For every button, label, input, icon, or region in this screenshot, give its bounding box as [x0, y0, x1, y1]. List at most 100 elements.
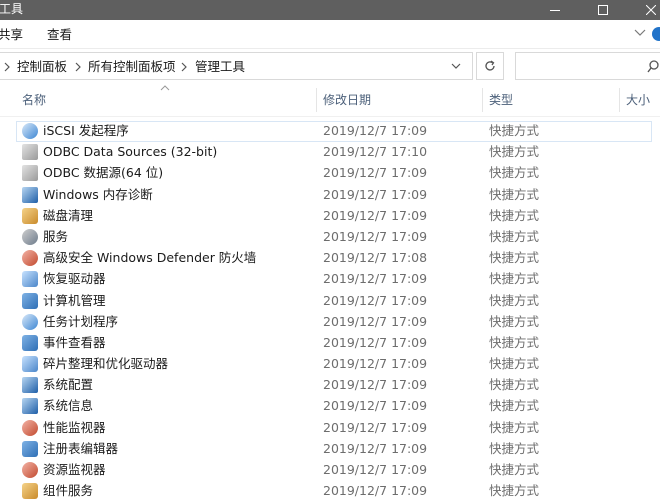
file-type: 快捷方式 [489, 292, 540, 308]
breadcrumb-all-items[interactable]: 所有控制面板项 [88, 59, 176, 75]
close-icon [646, 5, 656, 15]
chevron-down-icon[interactable] [634, 29, 646, 37]
file-row[interactable]: 磁盘清理 2019/12/7 17:09 快捷方式 [0, 206, 660, 227]
minimize-button[interactable] [532, 0, 578, 20]
file-name: 注册表编辑器 [43, 440, 119, 456]
file-row[interactable]: 计算机管理 2019/12/7 17:09 快捷方式 [0, 291, 660, 312]
component-services-icon [22, 483, 38, 500]
search-box[interactable] [515, 52, 660, 80]
iscsi-icon [22, 123, 38, 139]
file-name: 碎片整理和优化驱动器 [43, 356, 169, 372]
chevron-down-icon[interactable] [451, 63, 461, 70]
file-modified: 2019/12/7 17:08 [323, 250, 428, 266]
file-modified: 2019/12/7 17:09 [323, 292, 428, 308]
search-icon [647, 60, 659, 73]
file-row[interactable]: 服务 2019/12/7 17:09 快捷方式 [0, 227, 660, 248]
file-modified: 2019/12/7 17:09 [323, 165, 428, 181]
resource-monitor-icon [22, 462, 38, 478]
header-divider [0, 116, 660, 117]
breadcrumb-control-panel[interactable]: 控制面板 [17, 59, 67, 75]
computer-management-icon [22, 292, 38, 309]
file-row[interactable]: ODBC 数据源(64 位) 2019/12/7 17:09 快捷方式 [0, 163, 660, 184]
file-row[interactable]: 碎片整理和优化驱动器 2019/12/7 17:09 快捷方式 [0, 354, 660, 375]
file-row[interactable]: 性能监视器 2019/12/7 17:09 快捷方式 [0, 418, 660, 439]
file-modified: 2019/12/7 17:09 [323, 356, 428, 372]
memory-diagnostic-icon [22, 186, 38, 203]
divider [0, 48, 660, 49]
column-divider[interactable] [482, 88, 483, 112]
close-button[interactable] [628, 0, 660, 20]
file-row[interactable]: 高级安全 Windows Defender 防火墙 2019/12/7 17:08… [0, 248, 660, 269]
file-modified: 2019/12/7 17:09 [323, 207, 428, 223]
file-name: Windows 内存诊断 [43, 186, 153, 202]
file-row[interactable]: 恢复驱动器 2019/12/7 17:09 快捷方式 [0, 269, 660, 290]
file-row[interactable]: Windows 内存诊断 2019/12/7 17:09 快捷方式 [0, 185, 660, 206]
performance-monitor-icon [22, 419, 38, 436]
file-row[interactable]: 任务计划程序 2019/12/7 17:09 快捷方式 [0, 312, 660, 333]
file-type: 快捷方式 [489, 419, 540, 435]
file-modified: 2019/12/7 17:09 [323, 334, 428, 350]
file-name: 计算机管理 [43, 292, 106, 308]
file-name: 服务 [43, 228, 69, 244]
file-row[interactable]: 组件服务 2019/12/7 17:09 快捷方式 [0, 481, 660, 502]
file-row[interactable]: 系统信息 2019/12/7 17:09 快捷方式 [0, 396, 660, 417]
breadcrumb-admin-tools[interactable]: 管理工具 [195, 59, 245, 75]
system-info-icon [22, 398, 38, 415]
file-modified: 2019/12/7 17:09 [323, 419, 428, 435]
chevron-right-icon[interactable] [181, 62, 187, 72]
column-header-size[interactable]: 大小 [626, 92, 650, 108]
file-type: 快捷方式 [489, 398, 540, 414]
minimize-icon [550, 10, 560, 11]
file-row[interactable]: 事件查看器 2019/12/7 17:09 快捷方式 [0, 333, 660, 354]
file-name: 恢复驱动器 [43, 271, 106, 287]
column-header-modified[interactable]: 修改日期 [323, 92, 371, 108]
file-name: 资源监视器 [43, 462, 106, 477]
file-type: 快捷方式 [489, 334, 540, 350]
file-type: 快捷方式 [489, 207, 540, 223]
odbc-icon [22, 144, 38, 161]
file-row[interactable]: 资源监视器 2019/12/7 17:09 快捷方式 [0, 460, 660, 481]
file-type: 快捷方式 [489, 377, 540, 393]
defrag-icon [22, 356, 38, 373]
column-header-name[interactable]: 名称 [22, 92, 46, 108]
file-type: 快捷方式 [489, 165, 540, 181]
file-type: 快捷方式 [489, 313, 540, 329]
column-divider[interactable] [619, 88, 620, 112]
window-title: 工具 [0, 2, 24, 16]
tab-view[interactable]: 查看 [47, 27, 72, 43]
file-type: 快捷方式 [489, 483, 540, 499]
file-name: 事件查看器 [43, 334, 106, 350]
file-modified: 2019/12/7 17:09 [323, 377, 428, 393]
file-modified: 2019/12/7 17:09 [323, 398, 428, 414]
file-modified: 2019/12/7 17:09 [323, 123, 428, 138]
file-name: ODBC Data Sources (32-bit) [43, 144, 218, 160]
file-modified: 2019/12/7 17:10 [323, 144, 428, 160]
file-name: 系统信息 [43, 398, 94, 414]
maximize-button[interactable] [580, 0, 626, 20]
file-row[interactable]: 系统配置 2019/12/7 17:09 快捷方式 [0, 375, 660, 396]
file-modified: 2019/12/7 17:09 [323, 483, 428, 499]
refresh-icon [485, 60, 495, 71]
help-icon[interactable] [652, 27, 660, 41]
address-bar[interactable]: 控制面板 所有控制面板项 管理工具 [0, 52, 473, 80]
tab-share[interactable]: 共享 [0, 27, 23, 43]
file-name: 磁盘清理 [43, 207, 94, 223]
file-type: 快捷方式 [489, 271, 540, 287]
column-divider[interactable] [316, 88, 317, 112]
file-name: 任务计划程序 [43, 313, 119, 329]
disk-cleanup-icon [22, 207, 38, 224]
task-scheduler-icon [22, 313, 38, 330]
file-row[interactable]: 注册表编辑器 2019/12/7 17:09 快捷方式 [0, 439, 660, 460]
chevron-right-icon[interactable] [75, 62, 81, 72]
recovery-drive-icon [22, 271, 38, 288]
firewall-icon [22, 250, 38, 267]
refresh-button[interactable] [476, 52, 504, 80]
column-header-type[interactable]: 类型 [489, 92, 513, 108]
file-type: 快捷方式 [489, 356, 540, 372]
file-modified: 2019/12/7 17:09 [323, 271, 428, 287]
file-row[interactable]: iSCSI 发起程序 2019/12/7 17:09 快捷方式 [16, 121, 652, 143]
odbc-icon [22, 165, 38, 182]
file-type: 快捷方式 [489, 462, 540, 477]
file-type: 快捷方式 [489, 123, 540, 138]
file-row[interactable]: ODBC Data Sources (32-bit) 2019/12/7 17:1… [0, 142, 660, 163]
